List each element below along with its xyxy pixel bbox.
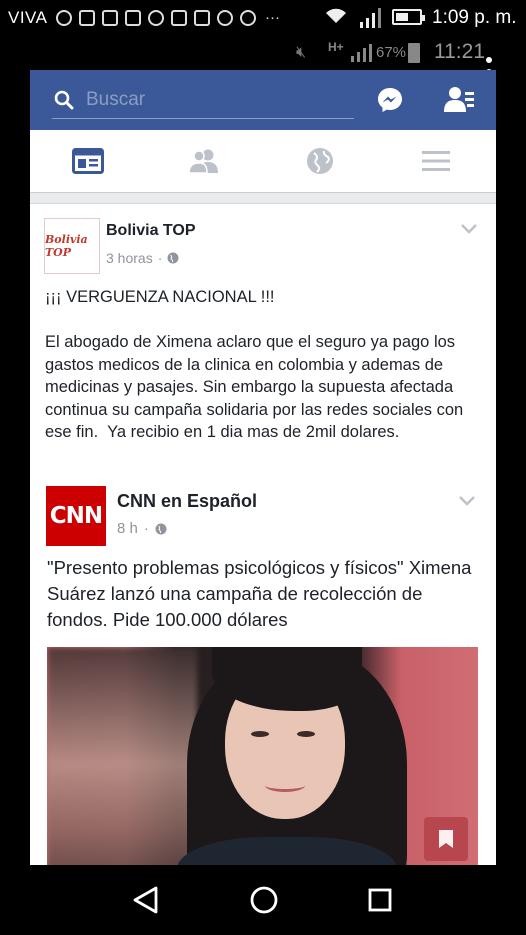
recent-apps-icon[interactable] [364, 884, 396, 916]
tab-news-feed[interactable] [30, 130, 146, 192]
signal-icon [360, 8, 381, 28]
post-photo[interactable] [47, 647, 478, 865]
public-globe-icon [155, 523, 167, 534]
home-icon[interactable] [248, 884, 280, 916]
news-feed-icon [72, 148, 104, 174]
photo-mouth [265, 779, 305, 792]
shared-post-meta: 8 h · [117, 520, 167, 537]
meta-separator: · [157, 250, 163, 266]
battery-icon [408, 43, 420, 63]
back-icon[interactable] [130, 884, 162, 916]
friend-requests-icon[interactable] [443, 84, 475, 114]
carrier-label: VIVA [8, 8, 48, 27]
photo-blur-region [47, 647, 197, 865]
system-nav-bar [0, 865, 526, 935]
inner-clock: 11:21 [434, 40, 485, 63]
shared-post-text: "Presento problemas psicológicos y físic… [47, 557, 472, 630]
shared-post-options-chevron-icon[interactable] [459, 496, 475, 506]
facebook-notification-icon [79, 9, 95, 26]
facebook-notification-icon [194, 9, 210, 26]
tab-notifications[interactable] [262, 130, 378, 192]
facebook-notification-icon [125, 9, 141, 26]
facebook-notification-icon [102, 9, 118, 26]
network-type-label: H+ [328, 40, 344, 54]
post-time[interactable]: 3 horas [106, 250, 153, 266]
meta-separator: · [143, 520, 149, 537]
page-avatar[interactable]: Bolivia TOP [44, 218, 100, 274]
page-avatar-logo: Bolivia TOP [45, 233, 88, 259]
photo-eye [297, 731, 315, 737]
signal-icon [351, 44, 372, 62]
shared-page-avatar[interactable]: CNN [46, 486, 106, 546]
shared-post-author[interactable]: CNN en Español [117, 491, 257, 512]
search-icon[interactable] [54, 90, 74, 110]
search-input[interactable] [86, 86, 346, 114]
battery-percentage: 67% [376, 44, 407, 61]
post-author[interactable]: Bolivia TOP [106, 222, 196, 240]
battery-level [396, 13, 409, 21]
more-notifications-icon: ··· [265, 9, 280, 26]
notification-icons: ··· [56, 9, 280, 26]
app-header [30, 70, 496, 130]
tab-menu[interactable] [378, 130, 494, 192]
wifi-icon [326, 8, 346, 23]
shared-post-time[interactable]: 8 h [117, 520, 138, 537]
photo-eye [251, 731, 269, 737]
whatsapp-icon [217, 9, 233, 26]
search-underline [52, 118, 354, 119]
post-meta: 3 horas · [106, 250, 179, 266]
feed-post: Bolivia TOP Bolivia TOP 3 horas · ¡¡¡ VE… [30, 203, 496, 865]
messenger-icon[interactable] [376, 86, 404, 114]
tab-friends[interactable] [146, 130, 262, 192]
clock: 1:09 p. m. [432, 7, 517, 28]
mute-icon: 🔇︎ [296, 44, 307, 61]
public-globe-icon [167, 252, 179, 264]
battery-icon [392, 9, 425, 25]
menu-icon [422, 151, 450, 171]
messenger-notification-icon [240, 9, 256, 26]
facebook-app: Bolivia TOP Bolivia TOP 3 horas · ¡¡¡ VE… [30, 70, 496, 865]
tab-bar [30, 130, 496, 193]
save-bookmark-button[interactable] [424, 817, 468, 861]
messenger-notification-icon [148, 9, 164, 26]
post-options-chevron-icon[interactable] [461, 224, 477, 234]
friends-icon [188, 149, 218, 174]
post-text: ¡¡¡ VERGUENZA NACIONAL !!! El abogado de… [45, 288, 464, 441]
sync-icon [56, 9, 72, 26]
cnn-logo: CNN [49, 503, 103, 529]
bookmark-icon [439, 830, 453, 848]
globe-icon [307, 148, 333, 174]
status-bar: VIVA ··· 1:09 p. m. [0, 0, 526, 38]
keyboard-icon [171, 9, 187, 26]
